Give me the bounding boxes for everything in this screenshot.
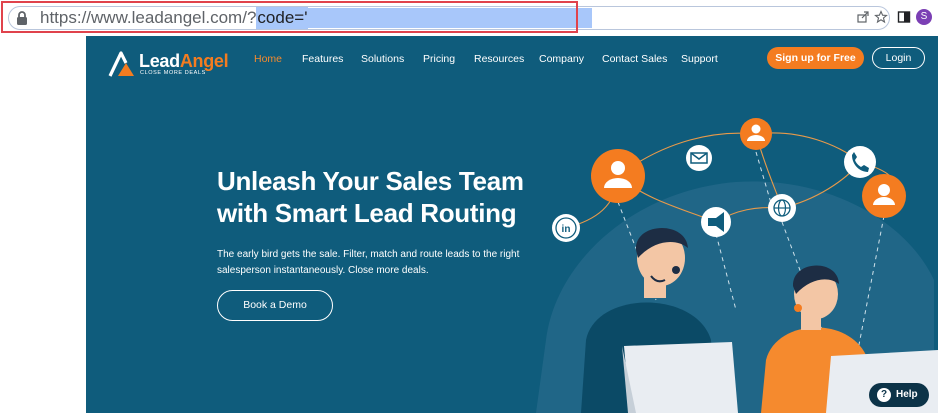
- help-icon: ?: [877, 388, 891, 402]
- hero-subtitle: The early bird gets the sale. Filter, ma…: [217, 249, 520, 276]
- user-node-icon: [740, 118, 772, 150]
- user-node-icon: [862, 174, 906, 218]
- logo-mark-icon: [108, 51, 134, 77]
- megaphone-icon: [701, 207, 731, 237]
- logo-wordmark: LeadAngel: [139, 51, 229, 71]
- sidebar-icon[interactable]: [897, 10, 911, 24]
- book-demo-button[interactable]: Book a Demo: [217, 290, 333, 321]
- url-highlight-box: [1, 1, 578, 33]
- signup-button[interactable]: Sign up for Free: [767, 47, 864, 69]
- help-button[interactable]: ? Help: [869, 383, 929, 407]
- nav-home[interactable]: Home: [254, 50, 282, 68]
- browser-toolbar: https://www.leadangel.com/? code=' S: [0, 0, 940, 34]
- nav-pricing[interactable]: Pricing: [423, 50, 455, 68]
- mail-icon: [686, 145, 712, 171]
- nav-contact-sales[interactable]: Contact Sales: [602, 50, 667, 68]
- login-button[interactable]: Login: [872, 47, 925, 69]
- star-icon[interactable]: [874, 10, 888, 24]
- nav-company[interactable]: Company: [539, 50, 584, 68]
- svg-text:in: in: [562, 224, 571, 235]
- linkedin-icon: in: [552, 214, 580, 242]
- hero-title: Unleash Your Sales Team with Smart Lead …: [217, 166, 524, 228]
- user-node-icon: [591, 149, 645, 203]
- share-icon[interactable]: [856, 10, 870, 24]
- globe-icon: [768, 194, 796, 222]
- phone-icon: [844, 146, 876, 178]
- profile-avatar[interactable]: S: [916, 9, 932, 25]
- site-logo[interactable]: LeadAngel CLOSE MORE DEALS: [108, 50, 238, 78]
- hero-illustration: in: [536, 118, 938, 413]
- nav-solutions[interactable]: Solutions: [361, 50, 404, 68]
- nav-resources[interactable]: Resources: [474, 50, 524, 68]
- website-page: LeadAngel CLOSE MORE DEALS Home Features…: [86, 36, 938, 413]
- nav-support[interactable]: Support: [681, 50, 718, 68]
- logo-tagline: CLOSE MORE DEALS: [140, 70, 206, 76]
- nav-features[interactable]: Features: [302, 50, 343, 68]
- left-blank-area: [0, 36, 86, 413]
- help-label: Help: [896, 389, 918, 400]
